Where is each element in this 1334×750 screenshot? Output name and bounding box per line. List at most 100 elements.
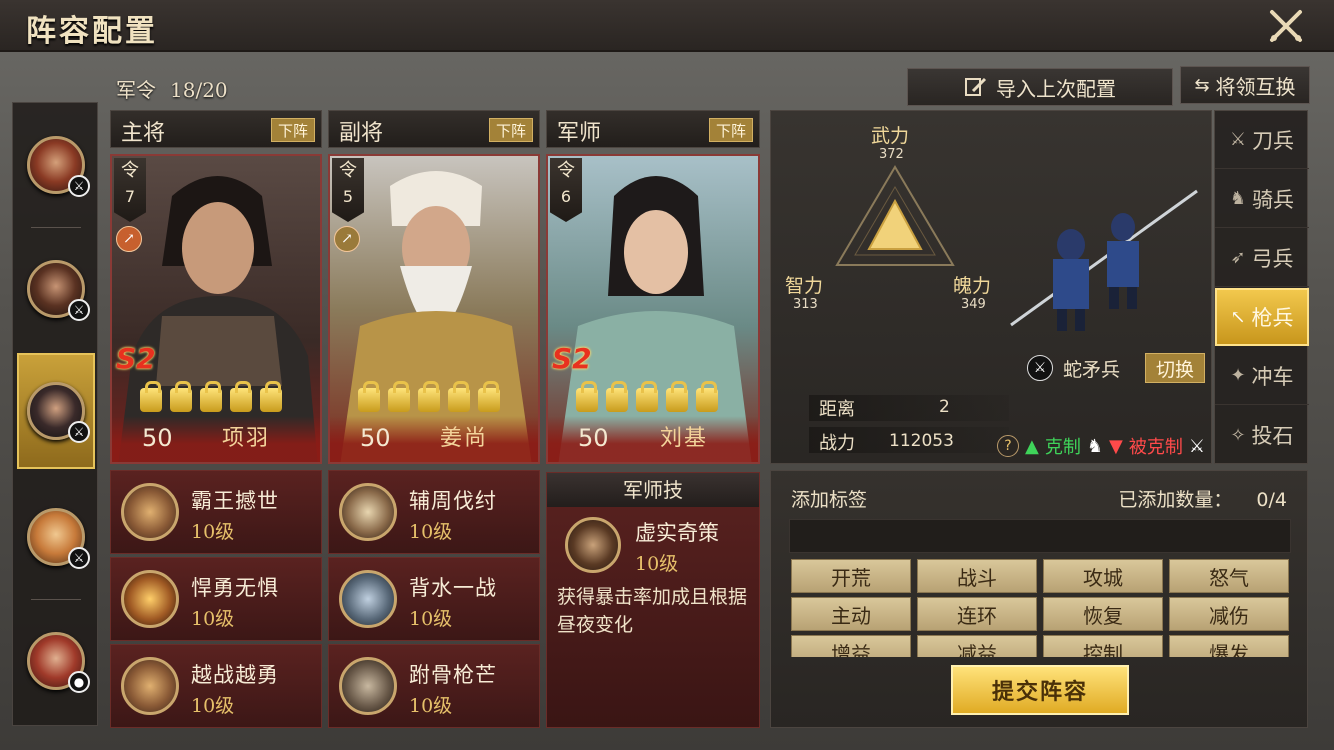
tag-option[interactable]: 连环 (917, 597, 1037, 631)
tag-option[interactable]: 主动 (791, 597, 911, 631)
remove-button[interactable]: 下阵 (489, 118, 533, 142)
roster-item-3-active[interactable]: ⚔ (17, 353, 95, 469)
range-value: 2 (939, 397, 950, 417)
tab-spear[interactable]: ↖ 枪兵 (1215, 288, 1309, 346)
role-label: 副将 (339, 121, 384, 146)
stats-triangle-chart (835, 165, 955, 266)
skill-icon (121, 483, 179, 541)
lock-icon (260, 381, 282, 412)
command-cost-badge: 令7 (114, 158, 146, 222)
tab-cavalry[interactable]: ♞ 骑兵 (1215, 170, 1309, 228)
tab-catapult[interactable]: ✧ 投石 (1215, 406, 1309, 464)
tag-option[interactable]: 攻城 (1043, 559, 1163, 593)
lock-icon (418, 381, 440, 412)
spirit-label: 魄力 (953, 275, 992, 297)
lock-icon (200, 381, 222, 412)
lock-icon (636, 381, 658, 412)
tag-option[interactable]: 怒气 (1169, 559, 1289, 593)
tab-ram[interactable]: ✦ 冲车 (1215, 347, 1309, 405)
tag-option[interactable]: 爆发 (1169, 635, 1289, 657)
tags-panel: 添加标签 已添加数量： 0/4 开荒 战斗 攻城 怒气 主动 连环 恢复 减伤 增… (770, 470, 1308, 728)
tag-option[interactable]: 控制 (1043, 635, 1163, 657)
tag-option[interactable]: 减伤 (1169, 597, 1289, 631)
close-button[interactable] (1268, 8, 1304, 44)
star-locks (140, 381, 282, 412)
avatar: ⚔ (27, 508, 90, 569)
command-cost: 5 (342, 187, 354, 206)
skill-slot[interactable]: 背水一战 10级 (328, 557, 540, 641)
skill-icon (339, 570, 397, 628)
skill-slot[interactable]: 悍勇无惧 10级 (110, 557, 322, 641)
skill-slot[interactable]: 越战越勇 10级 (110, 644, 322, 728)
tag-option[interactable]: 减益 (917, 635, 1037, 657)
spear-icon: ↖ (1230, 306, 1246, 328)
skill-name: 虚实奇策 (635, 521, 719, 545)
remove-button[interactable]: 下阵 (271, 118, 315, 142)
troop-type-tabs: ⚔ 刀兵 ♞ 骑兵 ➶ 弓兵 ↖ 枪兵 ✦ 冲车 ✧ 投石 (1214, 110, 1309, 464)
divider (31, 227, 81, 228)
command-cost-badge: 令5 (332, 158, 364, 222)
avatar: ⚔ (27, 260, 90, 321)
tag-option[interactable]: 战斗 (917, 559, 1037, 593)
avatar: ⚔ (27, 136, 90, 197)
roster-item-1[interactable]: ⚔ (17, 107, 95, 223)
close-icon[interactable] (1268, 8, 1304, 44)
skill-slot[interactable]: 霸王撼世 10级 (110, 470, 322, 554)
tag-input[interactable] (789, 519, 1291, 553)
strategist-skill-panel[interactable]: 军师技 虚实奇策 10级 获得暴击率加成且根据昼夜变化 (546, 472, 760, 728)
cavalry-icon: ♞ (1086, 435, 1103, 457)
order-counter: 军令 18/20 (116, 74, 242, 103)
skill-icon (565, 517, 621, 573)
tag-option[interactable]: 恢复 (1043, 597, 1163, 631)
submit-lineup-button[interactable]: 提交阵容 (951, 665, 1129, 715)
page-title: 阵容配置 (26, 14, 158, 49)
tab-label: 冲车 (1251, 364, 1294, 389)
general-name: 项羽 (221, 426, 270, 451)
import-last-config-button[interactable]: 导入上次配置 (907, 68, 1173, 106)
general-name: 刘基 (659, 426, 708, 451)
lock-icon (358, 381, 380, 412)
skill-slot[interactable]: 跗骨枪芒 10级 (328, 644, 540, 728)
skill-level: 10级 (191, 521, 235, 543)
tab-label: 骑兵 (1252, 187, 1295, 212)
spear-badge-icon: ⚔ (68, 547, 90, 569)
tab-label: 投石 (1251, 424, 1294, 448)
swap-generals-button[interactable]: ⇆ 将领互换 (1180, 66, 1310, 104)
slot-header-strategist: 军师 下阵 (546, 110, 760, 148)
lock-icon (388, 381, 410, 412)
tag-option[interactable]: 开荒 (791, 559, 911, 593)
horse-icon: ♞ (1229, 188, 1247, 209)
tab-sword[interactable]: ⚔ 刀兵 (1215, 111, 1309, 169)
skill-slot[interactable]: 辅周伐纣 10级 (328, 470, 540, 554)
roster-item-2[interactable]: ⚔ (17, 231, 95, 347)
switch-troop-button[interactable]: 切换 (1145, 353, 1205, 383)
slot-header-deputy: 副将 下阵 (328, 110, 540, 148)
tag-options-grid: 开荒 战斗 攻城 怒气 主动 连环 恢复 减伤 增益 减益 控制 爆发 (791, 559, 1291, 657)
counter-up-icon: ▲ (1025, 435, 1039, 457)
skill-level: 10级 (409, 521, 453, 543)
remove-button[interactable]: 下阵 (709, 118, 753, 142)
roster-item-5[interactable]: ● (17, 603, 95, 719)
general-card-strategist[interactable]: 令6 S2 50 刘基 (546, 154, 760, 464)
swap-label: 将领互换 (1215, 74, 1296, 99)
sword-icon: ⚔ (1229, 129, 1247, 150)
lock-icon (170, 381, 192, 412)
skill-description: 获得暴击率加成且根据昼夜变化 (557, 586, 748, 636)
roster-item-4[interactable]: ⚔ (17, 479, 95, 595)
general-card-main[interactable]: 令7 ↗ S2 50 项羽 (110, 154, 322, 464)
import-label: 导入上次配置 (996, 76, 1116, 101)
tab-archer[interactable]: ➶ 弓兵 (1215, 229, 1309, 287)
general-card-deputy[interactable]: 令5 ↗ 50 姜尚 (328, 154, 540, 464)
skill-name: 跗骨枪芒 (409, 663, 497, 687)
spear-badge-icon: ⚔ (68, 299, 90, 321)
lock-icon (606, 381, 628, 412)
skill-level: 10级 (409, 608, 453, 630)
spear-badge-icon: ⚔ (68, 421, 90, 443)
tag-option[interactable]: 增益 (791, 635, 911, 657)
force-label: 武力 (871, 125, 910, 147)
strategist-skill-header: 军师技 (547, 473, 759, 507)
help-button[interactable]: ? (997, 435, 1019, 457)
spear-badge-icon: ⚔ (68, 175, 90, 197)
power-value: 112053 (889, 431, 954, 451)
troop-info-panel: 武力 372 智力 313 魄力 349 ⚔ 蛇矛兵 切换 距离 2 战力 11… (770, 110, 1212, 464)
